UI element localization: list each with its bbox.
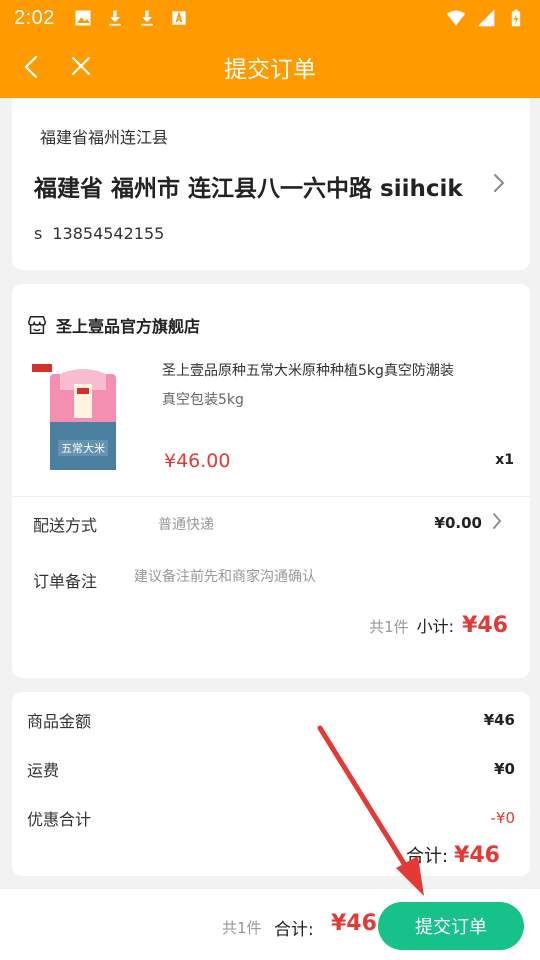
summary-row-discount: 优惠合计 -¥0	[27, 806, 515, 830]
summary-total: 合计: ¥46	[406, 842, 500, 868]
font-icon	[172, 10, 186, 25]
subtotal-row: 共1件 小计: ¥46	[369, 613, 508, 638]
address-card[interactable]: 福建省福州连江县 福建省 福州市 连江县八一六中路 siihcik s 1385…	[12, 98, 530, 270]
bottom-total-label: 合计:	[274, 920, 314, 940]
summary-total-amount: ¥46	[454, 843, 500, 868]
summary-card: 商品金额 ¥46 运费 ¥0 优惠合计 -¥0 合计: ¥46	[12, 692, 530, 876]
nav-bar: 提交订单	[0, 36, 540, 98]
subtotal-count: 共1件	[369, 618, 409, 636]
summary-label: 商品金额	[27, 712, 92, 731]
summary-row-goods: 商品金额 ¥46	[27, 708, 515, 732]
store-row[interactable]: 圣上壹品官方旗舰店	[26, 313, 200, 337]
status-system-icons	[446, 8, 526, 28]
bottom-total-amount: ¥46	[331, 911, 377, 936]
divider	[12, 496, 530, 497]
store-icon	[28, 316, 46, 334]
store-name: 圣上壹品官方旗舰店	[56, 317, 201, 336]
status-notification-icons	[73, 8, 189, 28]
product-image[interactable]: 五常大米	[30, 360, 130, 472]
note-label: 订单备注	[33, 572, 98, 591]
summary-value: ¥0	[494, 760, 515, 778]
wifi-icon	[446, 10, 466, 26]
note-input[interactable]	[134, 566, 514, 588]
status-bar: 2:02	[0, 0, 540, 36]
submit-order-button[interactable]: 提交订单	[378, 902, 524, 950]
summary-row-shipping: 运费 ¥0	[27, 757, 515, 781]
product-price: ¥46.00	[164, 450, 231, 472]
summary-value: -¥0	[490, 809, 516, 827]
subtotal-label: 小计:	[416, 617, 455, 636]
battery-icon	[511, 9, 521, 27]
close-icon[interactable]	[70, 55, 92, 77]
product-spec: 真空包装5kg	[162, 392, 244, 408]
download-icon	[141, 10, 153, 26]
image-icon	[75, 10, 91, 26]
delivery-method[interactable]: 普通快递	[158, 514, 214, 534]
delivery-fee: ¥0.00	[434, 514, 482, 532]
address-contact: s 13854542155	[34, 224, 164, 243]
summary-label: 运费	[27, 761, 60, 780]
contact-phone: 13854542155	[52, 224, 165, 243]
chevron-right-icon[interactable]	[492, 512, 502, 530]
summary-label: 优惠合计	[27, 810, 92, 829]
summary-value: ¥46	[483, 711, 515, 729]
chevron-right-icon[interactable]	[492, 172, 506, 194]
address-full: 福建省 福州市 连江县八一六中路 siihcik	[34, 176, 463, 202]
download-icon	[109, 10, 121, 26]
subtotal-amount: ¥46	[462, 613, 508, 638]
bottom-bar: 共1件 合计: ¥46 提交订单	[0, 888, 540, 960]
bottom-count: 共1件	[222, 919, 262, 937]
signal-icon	[477, 9, 495, 27]
summary-total-label: 合计:	[405, 846, 449, 867]
back-arrow-icon[interactable]	[20, 54, 44, 80]
delivery-label: 配送方式	[33, 516, 98, 535]
product-qty: x1	[495, 452, 514, 468]
status-time: 2:02	[14, 6, 55, 29]
order-card: 圣上壹品官方旗舰店 五常大米 圣上壹品原种五常大米原种种植5kg真空防潮装 真空…	[12, 284, 530, 678]
svg-text:五常大米: 五常大米	[61, 441, 105, 455]
address-region: 福建省福州连江县	[40, 128, 169, 147]
contact-name: s	[34, 224, 43, 243]
product-title: 圣上壹品原种五常大米原种种植5kg真空防潮装	[162, 363, 454, 379]
